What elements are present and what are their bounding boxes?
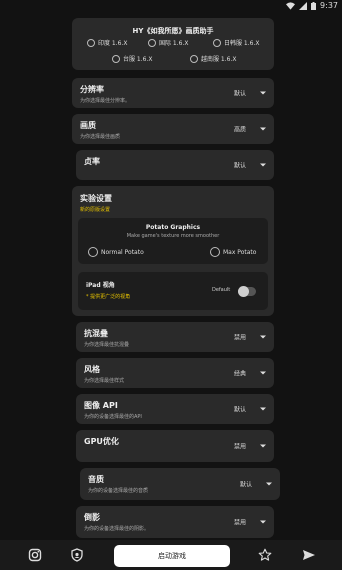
quality-title: 画质 <box>80 121 96 130</box>
chevron-down-icon <box>260 91 266 95</box>
radio-icon <box>87 38 95 47</box>
resolution-card[interactable]: 分辨率为你选择最佳分辨率。 默认 <box>72 78 274 108</box>
sound-desc: 为你的设备选择最佳的音质 <box>88 488 149 494</box>
shadow-dropdown[interactable]: 禁用 <box>234 518 266 527</box>
signal-icon <box>299 1 308 10</box>
shield-icon[interactable] <box>70 548 84 562</box>
battery-icon <box>311 1 317 10</box>
radio-icon <box>148 38 156 47</box>
radio-icon <box>190 54 198 63</box>
status-bar: 9:37 <box>0 0 342 12</box>
graphics-api-desc: 为你的设备选择最佳的API <box>84 414 142 420</box>
chevron-down-icon <box>260 444 266 448</box>
ipad-view-toggle[interactable] <box>238 286 256 297</box>
antialias-dropdown[interactable]: 禁用 <box>234 333 266 342</box>
chevron-down-icon <box>260 371 266 375</box>
graphics-api-title: 图像 API <box>84 401 118 410</box>
chevron-down-icon <box>260 163 266 167</box>
experimental-title: 实验设置 <box>80 194 112 203</box>
style-card[interactable]: 风格为你选择最佳样式 经典 <box>76 358 274 388</box>
region-india[interactable]: 印度 1.6.X <box>87 38 127 47</box>
radio-icon <box>213 38 221 47</box>
antialias-title: 抗混叠 <box>84 329 108 338</box>
experimental-desc: 新的原版设置 <box>80 207 111 213</box>
shadow-desc: 为你的设备选择最佳的阴影。 <box>84 526 150 532</box>
region-global[interactable]: 国际 1.6.X <box>148 38 188 47</box>
style-title: 风格 <box>84 365 100 374</box>
ipad-view-title: iPad 视角 <box>86 282 115 289</box>
send-icon[interactable] <box>302 548 316 562</box>
bottom-bar: 启动游戏 <box>0 540 342 570</box>
app-title: HY《如我所愿》画质助手 <box>132 27 214 35</box>
sound-dropdown[interactable]: 默认 <box>240 480 272 489</box>
potato-max-option[interactable]: Max Potato <box>210 247 256 257</box>
antialias-card[interactable]: 抗混叠为你选择最佳抗混叠 禁用 <box>76 322 274 352</box>
instagram-icon[interactable] <box>28 548 42 562</box>
potato-normal-option[interactable]: Normal Potato <box>88 247 144 257</box>
ipad-view-panel: iPad 视角 * 提供更广泛的视角 Default <box>78 272 268 310</box>
gpu-dropdown[interactable]: 禁用 <box>234 442 266 451</box>
resolution-title: 分辨率 <box>80 85 104 94</box>
quality-dropdown[interactable]: 高质 <box>234 125 266 134</box>
experimental-card: 实验设置 新的原版设置 Potato Graphics Make game's … <box>72 186 274 316</box>
quality-desc: 为你选择最佳画质 <box>80 134 121 140</box>
chevron-down-icon <box>266 482 272 486</box>
region-taiwan[interactable]: 台服 1.6.X <box>112 54 152 63</box>
framerate-dropdown[interactable]: 默认 <box>234 161 266 170</box>
ipad-view-desc: * 提供更广泛的视角 <box>86 294 131 300</box>
chevron-down-icon <box>260 127 266 131</box>
gpu-title: GPU优化 <box>84 437 119 446</box>
radio-icon <box>88 247 98 257</box>
quality-card[interactable]: 画质为你选择最佳画质 高质 <box>72 114 274 144</box>
sound-card[interactable]: 音质为你的设备选择最佳的音质 默认 <box>80 468 280 500</box>
radio-icon <box>112 54 120 63</box>
chevron-down-icon <box>260 520 266 524</box>
region-vietnam[interactable]: 越南服 1.6.X <box>190 54 236 63</box>
region-japan-korea[interactable]: 日韩服 1.6.X <box>213 38 259 47</box>
chevron-down-icon <box>260 335 266 339</box>
resolution-dropdown[interactable]: 默认 <box>234 89 266 98</box>
style-dropdown[interactable]: 经典 <box>234 369 266 378</box>
potato-desc: Make game's texture more smoother <box>126 233 220 239</box>
potato-panel: Potato Graphics Make game's texture more… <box>78 218 268 264</box>
antialias-desc: 为你选择最佳抗混叠 <box>84 342 130 348</box>
shadow-card[interactable]: 倒影为你的设备选择最佳的阴影。 禁用 <box>76 506 274 538</box>
header-card: HY《如我所愿》画质助手 印度 1.6.X 国际 1.6.X 日韩服 1.6.X… <box>72 18 274 70</box>
wifi-icon <box>286 1 296 10</box>
shadow-title: 倒影 <box>84 513 100 522</box>
ipad-toggle-label: Default <box>212 287 231 293</box>
toggle-knob <box>238 286 249 297</box>
gpu-card[interactable]: GPU优化 禁用 <box>76 430 274 462</box>
graphics-api-dropdown[interactable]: 默认 <box>234 405 266 414</box>
framerate-card[interactable]: 贞率 默认 <box>76 150 274 180</box>
radio-icon <box>210 247 220 257</box>
chevron-down-icon <box>260 407 266 411</box>
potato-title: Potato Graphics <box>145 224 201 231</box>
style-desc: 为你选择最佳样式 <box>84 378 125 384</box>
start-game-button[interactable]: 启动游戏 <box>114 545 230 567</box>
sound-title: 音质 <box>88 475 104 484</box>
resolution-desc: 为你选择最佳分辨率。 <box>80 98 131 104</box>
graphics-api-card[interactable]: 图像 API 为你的设备选择最佳的API 默认 <box>76 394 274 424</box>
status-time: 9:37 <box>320 1 338 10</box>
framerate-title: 贞率 <box>84 157 100 166</box>
star-icon[interactable] <box>258 548 272 562</box>
